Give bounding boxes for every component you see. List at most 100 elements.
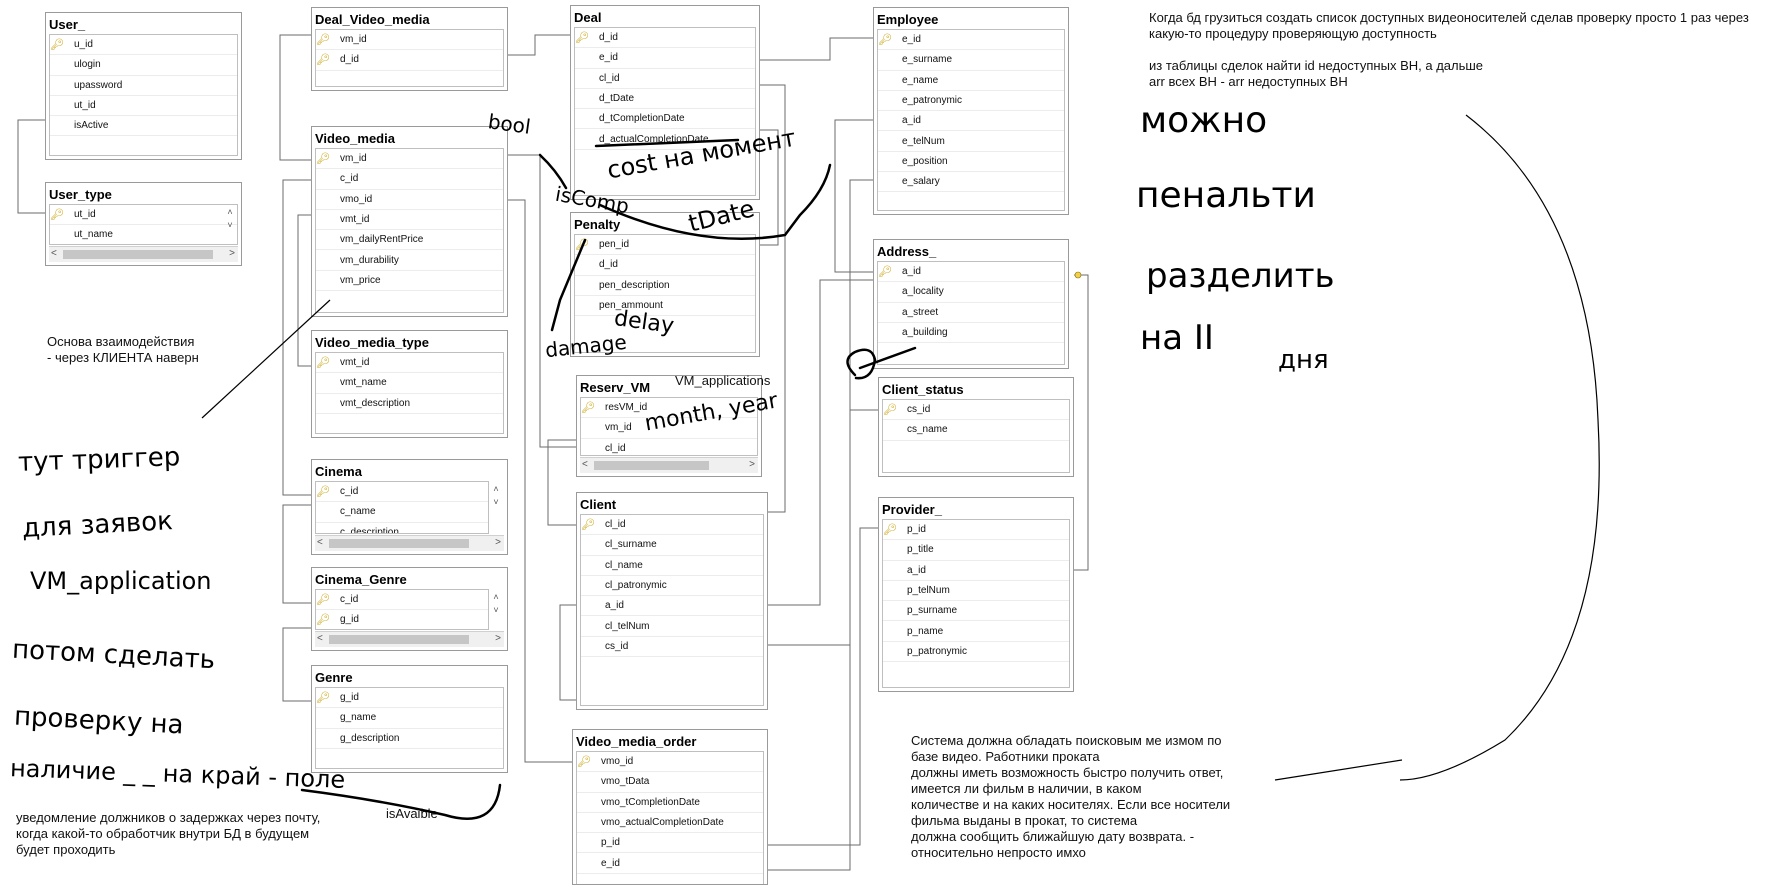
column-row[interactable]: 🔑︎ vmt_id <box>316 353 503 374</box>
column-row[interactable]: 🔑︎ cs_id <box>883 400 1069 421</box>
horizontal-scrollbar[interactable]: < > <box>315 631 504 647</box>
column-row[interactable]: p_patronymic <box>883 642 1069 663</box>
column-row[interactable]: 🔑︎ g_id <box>316 610 488 629</box>
column-row[interactable]: e_patronymic <box>878 91 1064 112</box>
column-row[interactable]: c_name <box>316 502 488 523</box>
table-user-type[interactable]: User_type 🔑︎ ut_id ut_name ˄ ˅ < > <box>45 182 242 266</box>
column-list: 🔑︎ u_id ulogin upassword ut_id isActive <box>49 34 238 156</box>
table-client[interactable]: Client 🔑︎ cl_id cl_surname cl_name cl_pat… <box>576 492 768 710</box>
column-row[interactable]: e_telNum <box>878 131 1064 152</box>
rel-reserv-client <box>547 439 578 526</box>
column-row[interactable]: pen_description <box>575 276 755 296</box>
column-row[interactable]: a_id <box>878 111 1064 132</box>
column-row[interactable]: e_id <box>577 853 763 874</box>
column-row[interactable]: e_position <box>878 152 1064 173</box>
horizontal-scrollbar[interactable]: < > <box>580 457 758 473</box>
column-list: 🔑︎ c_id 🔑︎ g_id <box>315 589 489 630</box>
column-row[interactable]: 🔑︎ vm_id <box>316 30 503 51</box>
column-row[interactable]: e_surname <box>878 50 1064 71</box>
column-row[interactable]: vm_price <box>316 271 503 292</box>
table-video-media[interactable]: Video_media 🔑︎ vm_id c_id vmo_id vmt_id v… <box>311 126 508 317</box>
column-row[interactable]: 🔑︎ e_id <box>878 30 1064 51</box>
column-row[interactable]: vmt_description <box>316 394 503 414</box>
column-row[interactable]: p_surname <box>883 601 1069 622</box>
column-row[interactable]: d_tCompletionDate <box>575 109 755 130</box>
column-row[interactable]: 🔑︎ g_id <box>316 688 503 709</box>
column-list: 🔑︎ ut_id ut_name <box>49 204 238 245</box>
table-employee[interactable]: Employee 🔑︎ e_id e_surname e_name e_patro… <box>873 7 1069 215</box>
vertical-scrollbar[interactable]: ˄ ˅ <box>490 483 502 509</box>
column-row[interactable]: 🔑︎ c_id <box>316 482 488 503</box>
column-row[interactable]: e_salary <box>878 172 1064 193</box>
column-row[interactable]: vmo_id <box>316 190 503 210</box>
column-row[interactable]: p_name <box>883 621 1069 642</box>
column-row[interactable]: ut_id <box>50 96 237 117</box>
column-row[interactable]: c_description <box>316 523 488 533</box>
table-cinema[interactable]: Cinema 🔑︎ c_id c_name c_description ˄ ˅ < > <box>311 459 508 555</box>
column-row[interactable]: p_id <box>577 833 763 854</box>
vertical-scrollbar[interactable]: ˄ ˅ <box>224 206 236 232</box>
column-row[interactable]: 🔑︎ ut_id <box>50 205 237 226</box>
column-row[interactable]: p_title <box>883 540 1069 561</box>
horizontal-scrollbar[interactable]: < > <box>49 246 238 262</box>
table-address[interactable]: Address_ 🔑︎ a_id a_locality a_street a_bu… <box>873 239 1069 369</box>
column-row[interactable]: cl_name <box>581 556 763 576</box>
column-row[interactable]: vmo_tCompletionDate <box>577 793 763 813</box>
column-row[interactable]: d_id <box>575 255 755 276</box>
column-row[interactable]: vmt_name <box>316 373 503 394</box>
column-row[interactable]: vmt_id <box>316 210 503 231</box>
column-row[interactable]: cl_telNum <box>581 616 763 637</box>
column-row[interactable]: cs_id <box>581 637 763 658</box>
column-row[interactable]: e_name <box>878 71 1064 91</box>
column-row[interactable]: vmo_tData <box>577 772 763 793</box>
horizontal-scrollbar[interactable]: < > <box>315 535 504 551</box>
column-row[interactable]: 🔑︎ p_id <box>883 520 1069 541</box>
column-row[interactable]: ulogin <box>50 55 237 76</box>
column-row[interactable]: a_locality <box>878 282 1064 303</box>
column-row[interactable]: d_tDate <box>575 89 755 110</box>
column-row[interactable]: 🔑︎ u_id <box>50 35 237 56</box>
table-client-status[interactable]: Client_status 🔑︎ cs_id cs_name <box>878 377 1074 477</box>
column-row[interactable]: 🔑︎ a_id <box>878 262 1064 283</box>
column-row[interactable]: isActive <box>50 116 237 137</box>
column-row[interactable]: cl_id <box>581 439 757 455</box>
column-row[interactable]: 🔑︎ vm_id <box>316 149 503 170</box>
table-cinema-genre[interactable]: Cinema_Genre 🔑︎ c_id 🔑︎ g_id ˄ ˅ < > <box>311 567 508 651</box>
column-row[interactable]: upassword <box>50 76 237 96</box>
column-row[interactable]: a_street <box>878 303 1064 323</box>
table-title: Video_media <box>315 131 395 146</box>
column-row[interactable]: vm_dailyRentPrice <box>316 230 503 251</box>
column-row[interactable]: a_id <box>581 596 763 617</box>
table-video-media-order[interactable]: Video_media_order 🔑︎ vmo_id vmo_tData vmo… <box>572 729 768 885</box>
table-genre[interactable]: Genre 🔑︎ g_id g_name g_description <box>311 665 508 773</box>
column-row[interactable]: c_id <box>316 169 503 190</box>
column-row[interactable]: 🔑︎ d_id <box>575 28 755 49</box>
column-row[interactable]: p_telNum <box>883 581 1069 602</box>
table-deal-video-media[interactable]: Deal_Video_media 🔑︎ vm_id 🔑︎ d_id <box>311 7 508 91</box>
column-row[interactable]: cl_surname <box>581 535 763 556</box>
table-title: Cinema <box>315 464 362 479</box>
column-row[interactable]: cs_name <box>883 420 1069 441</box>
column-row[interactable]: 🔑︎ d_id <box>316 50 503 71</box>
column-row[interactable]: a_id <box>883 561 1069 581</box>
vertical-scrollbar[interactable]: ˄ ˅ <box>490 591 502 617</box>
column-row[interactable]: g_description <box>316 729 503 749</box>
column-row[interactable]: ut_name <box>50 225 237 244</box>
column-row[interactable]: 🔑︎ c_id <box>316 590 488 611</box>
primary-key-icon: 🔑︎ <box>316 614 330 627</box>
table-video-media-type[interactable]: Video_media_type 🔑︎ vmt_id vmt_name vmt_d… <box>311 330 508 438</box>
table-user[interactable]: User_ 🔑︎ u_id ulogin upassword ut_id isAc… <box>45 12 242 160</box>
column-row[interactable]: g_name <box>316 708 503 729</box>
column-row[interactable]: a_building <box>878 323 1064 344</box>
column-row[interactable]: 🔑︎ cl_id <box>581 515 763 536</box>
column-row[interactable]: vm_durability <box>316 250 503 271</box>
column-row[interactable]: cl_id <box>575 69 755 89</box>
column-row[interactable]: 🔑︎ vmo_id <box>577 752 763 773</box>
column-row[interactable]: cl_patronymic <box>581 576 763 597</box>
table-provider[interactable]: Provider_ 🔑︎ p_id p_title a_id p_telNum p… <box>878 497 1074 692</box>
column-row[interactable]: vmo_actualCompletionDate <box>577 813 763 834</box>
rel-user-usertype <box>17 119 47 214</box>
column-list: 🔑︎ e_id e_surname e_name e_patronymic a_i… <box>877 29 1065 211</box>
column-row[interactable]: e_id <box>575 48 755 69</box>
column-row[interactable]: 🔑︎ pen_id <box>575 235 755 256</box>
